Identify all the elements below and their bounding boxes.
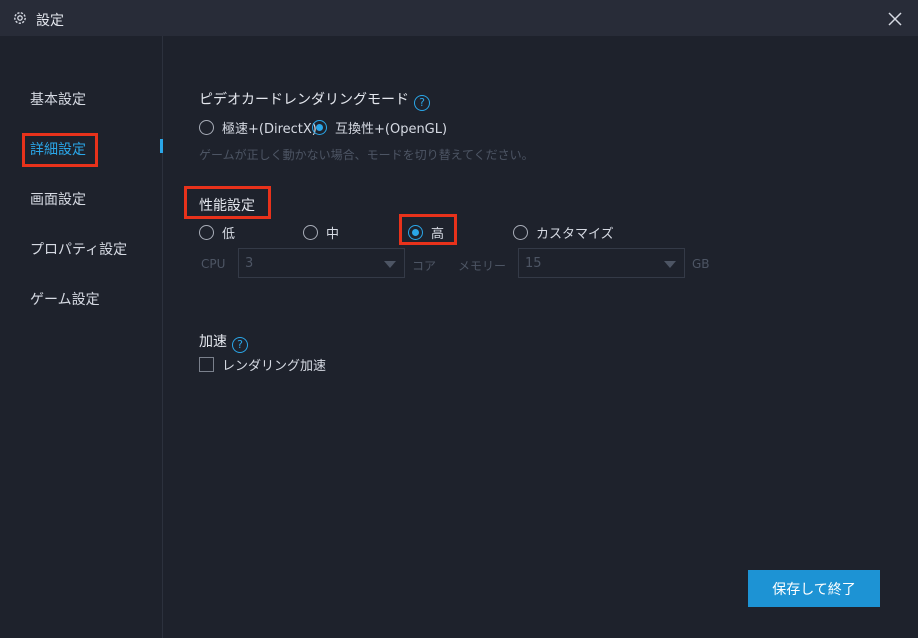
cpu-unit: コア xyxy=(412,259,437,273)
render-accel-checkbox[interactable]: レンダリング加速 xyxy=(199,355,326,374)
help-icon[interactable]: ? xyxy=(232,337,248,353)
chevron-down-icon xyxy=(384,261,396,268)
sidebar-item-game[interactable]: ゲーム設定 xyxy=(30,289,100,309)
radio-button[interactable] xyxy=(303,225,318,240)
render-mode-heading: ピデオカードレンダリングモード? xyxy=(199,89,430,111)
radio-opengl[interactable]: 互換性+(OpenGL) xyxy=(312,118,447,137)
highlight-box-advanced xyxy=(22,133,98,167)
sidebar-item-display[interactable]: 画面設定 xyxy=(30,189,86,209)
chevron-down-icon xyxy=(664,261,676,268)
settings-sidebar: 基本設定 詳細設定 画面設定 プロパティ設定 ゲーム設定 xyxy=(0,36,163,638)
help-icon[interactable]: ? xyxy=(414,95,430,111)
radio-button[interactable] xyxy=(199,225,214,240)
radio-medium-label: 中 xyxy=(326,227,340,242)
checkbox-box[interactable] xyxy=(199,357,214,372)
radio-medium[interactable]: 中 xyxy=(303,223,339,242)
radio-custom-label: カスタマイズ xyxy=(536,227,614,242)
radio-low[interactable]: 低 xyxy=(199,223,235,242)
gear-icon xyxy=(14,12,26,24)
radio-button[interactable] xyxy=(312,120,327,135)
memory-unit: GB xyxy=(692,257,710,271)
cpu-select[interactable]: 3 xyxy=(238,248,405,278)
window-title: 設定 xyxy=(36,13,64,29)
radio-opengl-label: 互換性+(OpenGL) xyxy=(335,122,448,137)
sidebar-item-basic[interactable]: 基本設定 xyxy=(30,89,86,109)
cpu-label: CPU xyxy=(201,257,226,271)
settings-dialog: 設定 基本設定 詳細設定 画面設定 プロパティ設定 ゲーム設定 ピデオカードレン… xyxy=(0,0,918,638)
render-mode-hint: ゲームが正しく動かない場合、モードを切り替えてください。 xyxy=(199,148,534,162)
title-bar: 設定 xyxy=(0,0,918,36)
acceleration-heading: 加速? xyxy=(199,331,248,353)
render-mode-title: ピデオカードレンダリングモード xyxy=(199,92,409,108)
memory-value: 15 xyxy=(525,256,542,271)
radio-custom[interactable]: カスタマイズ xyxy=(513,223,614,242)
render-accel-label: レンダリング加速 xyxy=(222,359,327,374)
advanced-settings-panel: ピデオカードレンダリングモード? 極速+(DirectX) 互換性+(OpenG… xyxy=(163,36,918,638)
radio-low-label: 低 xyxy=(222,227,236,242)
acceleration-title: 加速 xyxy=(199,334,227,350)
cpu-value: 3 xyxy=(245,256,254,271)
save-and-exit-button[interactable]: 保存して終了 xyxy=(748,570,880,607)
highlight-box-high xyxy=(399,214,457,245)
memory-select[interactable]: 15 xyxy=(518,248,685,278)
sidebar-item-properties[interactable]: プロパティ設定 xyxy=(30,239,127,259)
radio-button[interactable] xyxy=(199,120,214,135)
radio-directx[interactable]: 極速+(DirectX) xyxy=(199,118,317,137)
memory-label: メモリー xyxy=(458,259,507,273)
radio-button[interactable] xyxy=(513,225,528,240)
close-icon[interactable] xyxy=(884,8,906,30)
radio-directx-label: 極速+(DirectX) xyxy=(222,122,317,137)
highlight-box-performance xyxy=(184,186,271,219)
